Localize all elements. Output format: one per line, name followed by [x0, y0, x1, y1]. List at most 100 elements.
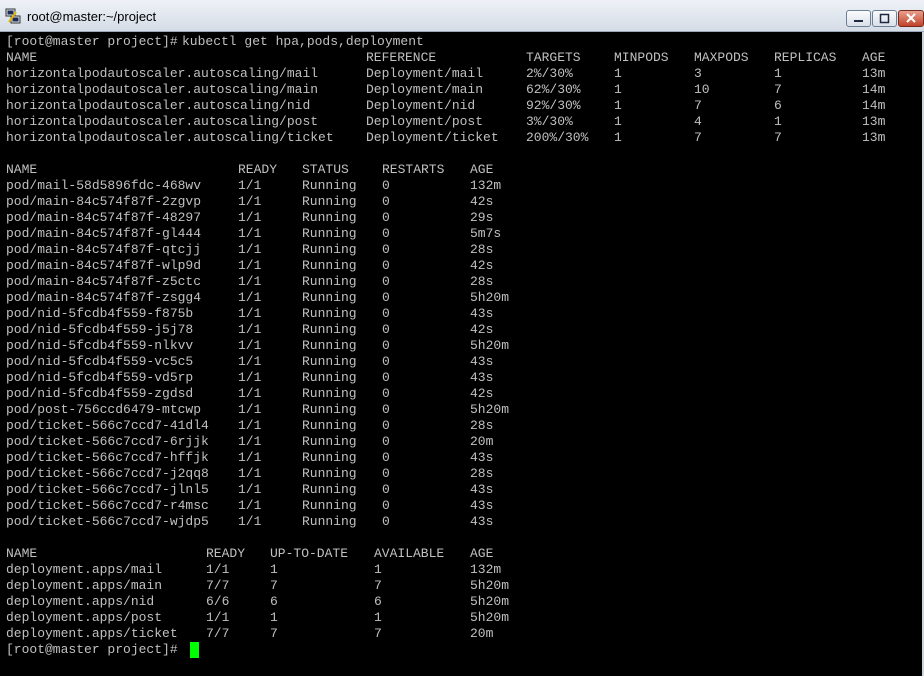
pod-cell: 0: [382, 498, 390, 513]
pod-cell: Running: [302, 210, 357, 225]
pod-cell: Running: [302, 354, 357, 369]
deployment-cell: 7/7: [206, 578, 230, 593]
hpa-cell: Deployment/post: [366, 114, 484, 129]
pod-cell: 1/1: [238, 210, 262, 225]
close-button[interactable]: [898, 10, 924, 27]
pod-cell: 43s: [470, 306, 494, 321]
minimize-icon: [854, 20, 863, 22]
deployment-cell: 132m: [470, 562, 502, 577]
deployment-cell: 5h20m: [470, 594, 510, 609]
deployment-header-cell: UP-TO-DATE: [270, 546, 349, 561]
pod-cell: 0: [382, 242, 390, 257]
pod-cell: 0: [382, 322, 390, 337]
pod-cell: Running: [302, 242, 357, 257]
pod-header-cell: AGE: [470, 162, 494, 177]
pod-cell: Running: [302, 306, 357, 321]
pod-cell: 0: [382, 354, 390, 369]
hpa-cell: 14m: [862, 98, 886, 113]
pod-cell: 1/1: [238, 514, 262, 529]
hpa-cell: 1: [774, 66, 782, 81]
pod-cell: Running: [302, 466, 357, 481]
typed-command: kubectl get hpa,pods,deployment: [182, 34, 424, 49]
pod-cell: 20m: [470, 434, 494, 449]
deployment-cell: 20m: [470, 626, 494, 641]
pod-cell: 0: [382, 178, 390, 193]
pod-cell: 43s: [470, 354, 494, 369]
pod-cell: 0: [382, 226, 390, 241]
pod-header-cell: STATUS: [302, 162, 349, 177]
hpa-cell: 4: [694, 114, 702, 129]
deployment-cell: 7/7: [206, 626, 230, 641]
hpa-cell: 13m: [862, 130, 886, 145]
hpa-cell: 1: [614, 98, 622, 113]
pod-cell: 5h20m: [470, 402, 510, 417]
shell-prompt: [root@master project]#: [6, 34, 186, 49]
pod-cell: pod/main-84c574f87f-wlp9d: [6, 258, 202, 273]
pod-cell: 0: [382, 258, 390, 273]
pod-cell: 1/1: [238, 402, 262, 417]
pod-cell: 0: [382, 434, 390, 449]
hpa-cell: horizontalpodautoscaler.autoscaling/nid: [6, 98, 311, 113]
hpa-cell: 6: [774, 98, 782, 113]
pod-cell: 43s: [470, 514, 494, 529]
pod-cell: 1/1: [238, 274, 262, 289]
hpa-cell: 3%/30%: [526, 114, 573, 129]
pod-cell: 1/1: [238, 258, 262, 273]
pod-cell: 42s: [470, 258, 494, 273]
pod-cell: 43s: [470, 450, 494, 465]
pod-cell: 1/1: [238, 226, 262, 241]
pod-cell: pod/ticket-566c7ccd7-j2qq8: [6, 466, 209, 481]
pod-cell: pod/main-84c574f87f-2zgvp: [6, 194, 202, 209]
pod-cell: 1/1: [238, 450, 262, 465]
window-titlebar[interactable]: root@master:~/project: [0, 0, 924, 32]
deployment-header-cell: AGE: [470, 546, 494, 561]
deployment-cell: 7: [374, 626, 382, 641]
pod-cell: Running: [302, 226, 357, 241]
pod-cell: 0: [382, 290, 390, 305]
hpa-cell: horizontalpodautoscaler.autoscaling/post: [6, 114, 319, 129]
pod-cell: Running: [302, 482, 357, 497]
pod-cell: 1/1: [238, 370, 262, 385]
deployment-header-cell: NAME: [6, 546, 38, 561]
pod-cell: 1/1: [238, 466, 262, 481]
deployment-cell: 7: [270, 626, 278, 641]
maximize-icon: [879, 13, 890, 24]
hpa-cell: 1: [614, 114, 622, 129]
deployment-cell: deployment.apps/mail: [6, 562, 163, 577]
pod-cell: 1/1: [238, 194, 262, 209]
deployment-cell: 1/1: [206, 562, 230, 577]
hpa-cell: 1: [614, 82, 622, 97]
putty-app-icon[interactable]: [5, 8, 22, 24]
pod-cell: Running: [302, 418, 357, 433]
maximize-button[interactable]: [872, 10, 897, 27]
minimize-button[interactable]: [846, 10, 871, 27]
pod-cell: Running: [302, 258, 357, 273]
pod-cell: 42s: [470, 322, 494, 337]
deployment-cell: 1: [374, 610, 382, 625]
terminal-output[interactable]: [root@master project]# kubectl get hpa,p…: [0, 32, 922, 676]
hpa-cell: Deployment/main: [366, 82, 484, 97]
pod-cell: Running: [302, 450, 357, 465]
close-icon: [906, 13, 916, 23]
pod-cell: 0: [382, 514, 390, 529]
pod-cell: 42s: [470, 194, 494, 209]
hpa-header-cell: MAXPODS: [694, 50, 749, 65]
pod-header-cell: READY: [238, 162, 278, 177]
pod-cell: 0: [382, 386, 390, 401]
hpa-cell: horizontalpodautoscaler.autoscaling/tick…: [6, 130, 334, 145]
pod-cell: pod/main-84c574f87f-zsgg4: [6, 290, 202, 305]
pod-cell: 0: [382, 194, 390, 209]
hpa-header-cell: NAME: [6, 50, 38, 65]
pod-cell: 5m7s: [470, 226, 502, 241]
hpa-header-cell: REFERENCE: [366, 50, 437, 65]
pod-cell: 1/1: [238, 322, 262, 337]
pod-cell: 0: [382, 306, 390, 321]
hpa-cell: 3: [694, 66, 702, 81]
deployment-cell: 7: [270, 578, 278, 593]
pod-cell: 0: [382, 402, 390, 417]
pod-cell: Running: [302, 402, 357, 417]
hpa-cell: horizontalpodautoscaler.autoscaling/main: [6, 82, 319, 97]
pod-cell: pod/ticket-566c7ccd7-wjdp5: [6, 514, 209, 529]
pod-cell: pod/nid-5fcdb4f559-nlkvv: [6, 338, 194, 353]
pod-cell: 42s: [470, 386, 494, 401]
